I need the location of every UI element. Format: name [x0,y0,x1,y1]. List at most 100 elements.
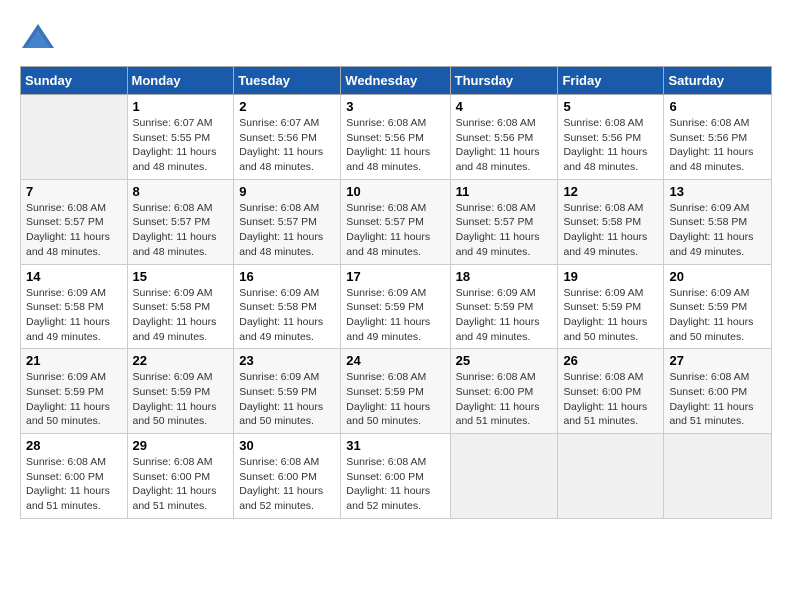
day-info: Sunrise: 6:09 AMSunset: 5:58 PMDaylight:… [669,201,766,260]
day-number: 30 [239,438,335,453]
page-header [20,20,772,56]
day-info: Sunrise: 6:08 AMSunset: 5:56 PMDaylight:… [456,116,553,175]
day-number: 7 [26,184,122,199]
day-number: 27 [669,353,766,368]
day-number: 23 [239,353,335,368]
calendar-week-row: 21 Sunrise: 6:09 AMSunset: 5:59 PMDayligh… [21,349,772,434]
day-info: Sunrise: 6:08 AMSunset: 6:00 PMDaylight:… [239,455,335,514]
calendar-cell: 10Sunrise: 6:08 AMSunset: 5:57 PMDayligh… [341,179,450,264]
day-info: Sunrise: 6:08 AMSunset: 5:59 PMDaylight:… [346,370,444,429]
day-info: Sunrise: 6:08 AMSunset: 5:56 PMDaylight:… [563,116,658,175]
day-info: Sunrise: 6:08 AMSunset: 5:57 PMDaylight:… [456,201,553,260]
day-info: Sunrise: 6:08 AMSunset: 6:00 PMDaylight:… [456,370,553,429]
day-number: 13 [669,184,766,199]
day-number: 4 [456,99,553,114]
calendar-cell: 9 Sunrise: 6:08 AMSunset: 5:57 PMDaylight… [234,179,341,264]
column-header-wednesday: Wednesday [341,67,450,95]
calendar-cell: 20 Sunrise: 6:09 AMSunset: 5:59 PMDayligh… [664,264,772,349]
calendar-cell: 15 Sunrise: 6:09 AMSunset: 5:58 PMDayligh… [127,264,234,349]
calendar-cell: 11 Sunrise: 6:08 AMSunset: 5:57 PMDayligh… [450,179,558,264]
day-info: Sunrise: 6:08 AMSunset: 5:57 PMDaylight:… [133,201,229,260]
day-info: Sunrise: 6:08 AMSunset: 5:57 PMDaylight:… [26,201,122,260]
calendar-cell: 6 Sunrise: 6:08 AMSunset: 5:56 PMDaylight… [664,95,772,180]
calendar-cell: 4 Sunrise: 6:08 AMSunset: 5:56 PMDaylight… [450,95,558,180]
calendar-week-row: 1 Sunrise: 6:07 AMSunset: 5:55 PMDaylight… [21,95,772,180]
calendar-cell: 8 Sunrise: 6:08 AMSunset: 5:57 PMDaylight… [127,179,234,264]
calendar-cell: 22 Sunrise: 6:09 AMSunset: 5:59 PMDayligh… [127,349,234,434]
day-number: 20 [669,269,766,284]
calendar-week-row: 14 Sunrise: 6:09 AMSunset: 5:58 PMDayligh… [21,264,772,349]
day-number: 1 [133,99,229,114]
day-number: 3 [346,99,444,114]
calendar-cell: 3 Sunrise: 6:08 AMSunset: 5:56 PMDaylight… [341,95,450,180]
calendar-cell: 24 Sunrise: 6:08 AMSunset: 5:59 PMDayligh… [341,349,450,434]
calendar-cell: 31Sunrise: 6:08 AMSunset: 6:00 PMDayligh… [341,434,450,519]
logo [20,20,62,56]
calendar-cell: 16 Sunrise: 6:09 AMSunset: 5:58 PMDayligh… [234,264,341,349]
day-info: Sunrise: 6:08 AMSunset: 6:00 PMDaylight:… [563,370,658,429]
day-info: Sunrise: 6:09 AMSunset: 5:58 PMDaylight:… [26,286,122,345]
day-number: 11 [456,184,553,199]
calendar-cell [558,434,664,519]
day-number: 9 [239,184,335,199]
day-info: Sunrise: 6:09 AMSunset: 5:59 PMDaylight:… [346,286,444,345]
calendar-cell: 13 Sunrise: 6:09 AMSunset: 5:58 PMDayligh… [664,179,772,264]
calendar-cell [664,434,772,519]
calendar-cell: 18Sunrise: 6:09 AMSunset: 5:59 PMDayligh… [450,264,558,349]
calendar-cell: 7 Sunrise: 6:08 AMSunset: 5:57 PMDaylight… [21,179,128,264]
calendar-cell: 30 Sunrise: 6:08 AMSunset: 6:00 PMDayligh… [234,434,341,519]
column-header-monday: Monday [127,67,234,95]
calendar-cell: 19 Sunrise: 6:09 AMSunset: 5:59 PMDayligh… [558,264,664,349]
column-header-thursday: Thursday [450,67,558,95]
day-number: 12 [563,184,658,199]
calendar-table: SundayMondayTuesdayWednesdayThursdayFrid… [20,66,772,519]
day-number: 6 [669,99,766,114]
calendar-cell: 17 Sunrise: 6:09 AMSunset: 5:59 PMDayligh… [341,264,450,349]
day-number: 26 [563,353,658,368]
column-header-friday: Friday [558,67,664,95]
calendar-cell: 5 Sunrise: 6:08 AMSunset: 5:56 PMDaylight… [558,95,664,180]
day-number: 10 [346,184,444,199]
column-header-tuesday: Tuesday [234,67,341,95]
calendar-cell: 26 Sunrise: 6:08 AMSunset: 6:00 PMDayligh… [558,349,664,434]
day-number: 28 [26,438,122,453]
day-info: Sunrise: 6:08 AMSunset: 6:00 PMDaylight:… [26,455,122,514]
day-info: Sunrise: 6:08 AMSunset: 5:57 PMDaylight:… [239,201,335,260]
calendar-cell: 29 Sunrise: 6:08 AMSunset: 6:00 PMDayligh… [127,434,234,519]
day-info: Sunrise: 6:09 AMSunset: 5:59 PMDaylight:… [563,286,658,345]
calendar-cell [21,95,128,180]
calendar-week-row: 7 Sunrise: 6:08 AMSunset: 5:57 PMDaylight… [21,179,772,264]
day-info: Sunrise: 6:09 AMSunset: 5:59 PMDaylight:… [239,370,335,429]
column-header-saturday: Saturday [664,67,772,95]
day-info: Sunrise: 6:08 AMSunset: 5:56 PMDaylight:… [669,116,766,175]
day-number: 5 [563,99,658,114]
day-number: 21 [26,353,122,368]
calendar-cell: 25Sunrise: 6:08 AMSunset: 6:00 PMDayligh… [450,349,558,434]
day-info: Sunrise: 6:07 AMSunset: 5:55 PMDaylight:… [133,116,229,175]
calendar-cell: 12Sunrise: 6:08 AMSunset: 5:58 PMDayligh… [558,179,664,264]
day-info: Sunrise: 6:09 AMSunset: 5:58 PMDaylight:… [239,286,335,345]
day-number: 16 [239,269,335,284]
day-info: Sunrise: 6:08 AMSunset: 6:00 PMDaylight:… [133,455,229,514]
day-info: Sunrise: 6:09 AMSunset: 5:59 PMDaylight:… [133,370,229,429]
day-number: 24 [346,353,444,368]
day-number: 17 [346,269,444,284]
day-number: 22 [133,353,229,368]
day-number: 2 [239,99,335,114]
calendar-cell: 2Sunrise: 6:07 AMSunset: 5:56 PMDaylight… [234,95,341,180]
calendar-header-row: SundayMondayTuesdayWednesdayThursdayFrid… [21,67,772,95]
day-info: Sunrise: 6:08 AMSunset: 6:00 PMDaylight:… [669,370,766,429]
day-number: 15 [133,269,229,284]
day-number: 19 [563,269,658,284]
day-info: Sunrise: 6:08 AMSunset: 5:56 PMDaylight:… [346,116,444,175]
day-number: 8 [133,184,229,199]
day-info: Sunrise: 6:09 AMSunset: 5:58 PMDaylight:… [133,286,229,345]
day-info: Sunrise: 6:08 AMSunset: 6:00 PMDaylight:… [346,455,444,514]
calendar-cell: 28 Sunrise: 6:08 AMSunset: 6:00 PMDayligh… [21,434,128,519]
day-number: 29 [133,438,229,453]
day-number: 14 [26,269,122,284]
calendar-cell: 1 Sunrise: 6:07 AMSunset: 5:55 PMDaylight… [127,95,234,180]
calendar-cell: 27 Sunrise: 6:08 AMSunset: 6:00 PMDayligh… [664,349,772,434]
calendar-cell: 21Sunrise: 6:09 AMSunset: 5:59 PMDayligh… [21,349,128,434]
day-info: Sunrise: 6:09 AMSunset: 5:59 PMDaylight:… [669,286,766,345]
